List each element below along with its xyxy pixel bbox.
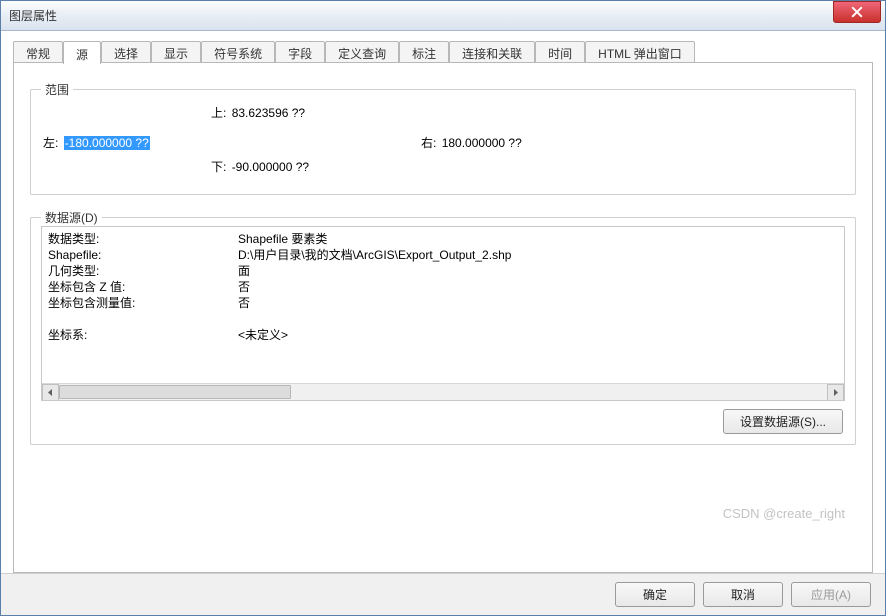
ds-shapefile-label: Shapefile: [48,247,238,263]
tab-general[interactable]: 常规 [13,41,63,62]
close-button[interactable] [833,1,881,23]
ds-cs-label: 坐标系: [48,327,238,343]
apply-button[interactable]: 应用(A) [791,582,871,607]
horizontal-scrollbar[interactable] [42,383,844,400]
ds-row-shapefile: Shapefile: D:\用户目录\我的文档\ArcGIS\Export_Ou… [48,247,838,263]
tab-panel-source: 范围 上: 83.623596 ?? 左: -180.000000 ?? 右: … [13,63,873,573]
tab-symbology[interactable]: 符号系统 [201,41,275,62]
ds-shapefile-value: D:\用户目录\我的文档\ArcGIS\Export_Output_2.shp [238,247,838,263]
ds-row-hasz: 坐标包含 Z 值: 否 [48,279,838,295]
tab-source[interactable]: 源 [63,41,101,64]
extent-left-label: 左: [43,136,58,150]
close-icon [851,6,863,18]
ds-cs-value: <未定义> [238,327,838,343]
ds-row-hasm: 坐标包含测量值: 否 [48,295,838,311]
ds-hasm-value: 否 [238,295,838,311]
ds-hasz-label: 坐标包含 Z 值: [48,279,238,295]
extent-bottom-label: 下: [211,160,226,174]
tab-labels[interactable]: 标注 [399,41,449,62]
triangle-right-icon [832,389,839,396]
tab-time[interactable]: 时间 [535,41,585,62]
content-area: 常规 源 选择 显示 符号系统 字段 定义查询 标注 连接和关联 时间 HTML… [1,31,885,573]
tab-selection[interactable]: 选择 [101,41,151,62]
scroll-right-button[interactable] [827,384,844,401]
set-datasource-button[interactable]: 设置数据源(S)... [723,409,843,434]
extent-top-label: 上: [211,106,226,120]
extent-bottom: 下: -90.000000 ?? [211,158,309,175]
datasource-legend: 数据源(D) [41,209,102,226]
extent-right: 右: 180.000000 ?? [421,134,522,151]
ds-row-geomtype: 几何类型: 面 [48,263,838,279]
ds-row-cs: 坐标系: <未定义> [48,327,838,343]
extent-top-value: 83.623596 ?? [232,106,305,120]
scroll-left-button[interactable] [42,384,59,401]
ds-geomtype-value: 面 [238,263,838,279]
dialog-window: 图层属性 常规 源 选择 显示 符号系统 字段 定义查询 标注 连接和关联 时间… [0,0,886,616]
datasource-box: 数据类型: Shapefile 要素类 Shapefile: D:\用户目录\我… [41,226,845,401]
window-title: 图层属性 [9,7,833,24]
ds-geomtype-label: 几何类型: [48,263,238,279]
extent-right-label: 右: [421,136,436,150]
extent-left-value[interactable]: -180.000000 ?? [64,136,150,150]
extent-bottom-value: -90.000000 ?? [232,160,309,174]
ds-datatype-value: Shapefile 要素类 [238,231,838,247]
extent-right-value: 180.000000 ?? [442,136,522,150]
tab-joins-relates[interactable]: 连接和关联 [449,41,535,62]
tab-strip: 常规 源 选择 显示 符号系统 字段 定义查询 标注 连接和关联 时间 HTML… [13,41,873,63]
ds-row-datatype: 数据类型: Shapefile 要素类 [48,231,838,247]
cancel-button[interactable]: 取消 [703,582,783,607]
ok-button[interactable]: 确定 [615,582,695,607]
extent-left: 左: -180.000000 ?? [43,134,150,151]
datasource-button-row: 设置数据源(S)... [41,401,845,434]
triangle-left-icon [47,389,54,396]
extent-top: 上: 83.623596 ?? [211,104,305,121]
tab-html-popup[interactable]: HTML 弹出窗口 [585,41,695,62]
tab-definition-query[interactable]: 定义查询 [325,41,399,62]
ds-hasm-label: 坐标包含测量值: [48,295,238,311]
scroll-track[interactable] [59,384,827,401]
ds-datatype-label: 数据类型: [48,231,238,247]
titlebar: 图层属性 [1,1,885,31]
ds-hasz-value: 否 [238,279,838,295]
ds-row-spacer [48,311,838,327]
scroll-thumb[interactable] [59,385,291,399]
tab-fields[interactable]: 字段 [275,41,325,62]
dialog-footer: 确定 取消 应用(A) [1,573,885,615]
extent-grid: 上: 83.623596 ?? 左: -180.000000 ?? 右: 180… [41,98,845,184]
extent-legend: 范围 [41,81,73,98]
tab-display[interactable]: 显示 [151,41,201,62]
extent-fieldset: 范围 上: 83.623596 ?? 左: -180.000000 ?? 右: … [30,81,856,195]
datasource-fieldset: 数据源(D) 数据类型: Shapefile 要素类 Shapefile: D:… [30,209,856,445]
